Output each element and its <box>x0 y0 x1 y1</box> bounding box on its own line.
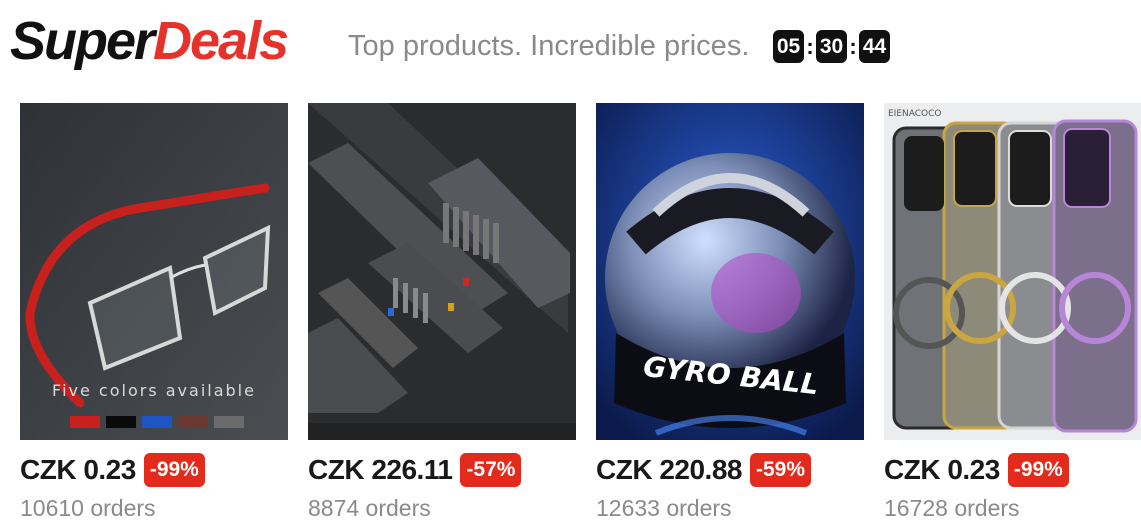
discount-badge: -99% <box>1007 453 1069 487</box>
product-price: CZK 226.11 <box>308 454 453 485</box>
product-price: CZK 0.23 <box>20 454 136 485</box>
orders-count: 10610 orders <box>20 495 156 521</box>
price-row: CZK 220.88 -59% <box>596 453 811 487</box>
orders-count: 16728 orders <box>884 495 1020 521</box>
orders-count: 12633 orders <box>596 495 732 521</box>
product-card[interactable]: EIENACOCO CZK 0.23 -99% 16728 orders <box>884 103 1141 521</box>
tagline: Top products. Incredible prices. <box>348 30 750 62</box>
glasses-caption: Five colors available <box>52 381 256 400</box>
price-row: CZK 226.11 -57% <box>308 453 522 487</box>
timer-minutes: 30 <box>816 30 847 63</box>
discount-badge: -99% <box>143 453 205 487</box>
orders-count: 8874 orders <box>308 495 431 521</box>
superdeals-header: SuperDeals Top products. Incredible pric… <box>0 0 1141 90</box>
product-card[interactable]: GYRO BALL CZK 220.88 -59% 12633 orders <box>596 103 864 521</box>
product-card[interactable]: Five colors available CZK 0.23 -99% 1061… <box>20 103 288 521</box>
timer-seconds: 44 <box>859 30 890 63</box>
price-row: CZK 0.23 -99% <box>20 453 205 487</box>
price-row: CZK 0.23 -99% <box>884 453 1069 487</box>
product-image-phone-cases[interactable]: EIENACOCO <box>884 103 1141 440</box>
product-price: CZK 220.88 <box>596 454 742 485</box>
countdown-timer: 05 : 30 : 44 <box>773 30 890 63</box>
product-image-gyro-ball[interactable]: GYRO BALL <box>596 103 864 440</box>
logo-super: Super <box>10 11 155 71</box>
product-image-screwdriver-set[interactable] <box>308 103 576 440</box>
discount-badge: -57% <box>460 453 522 487</box>
product-price: CZK 0.23 <box>884 454 1000 485</box>
brand-label: EIENACOCO <box>888 109 942 119</box>
product-card[interactable]: CZK 226.11 -57% 8874 orders <box>308 103 576 521</box>
timer-separator: : <box>806 34 814 59</box>
superdeals-logo[interactable]: SuperDeals <box>10 10 289 72</box>
logo-deals: Deals <box>153 11 289 71</box>
timer-hours: 05 <box>773 30 804 63</box>
product-image-glasses[interactable]: Five colors available <box>20 103 288 440</box>
timer-separator: : <box>849 34 857 59</box>
discount-badge: -59% <box>749 453 811 487</box>
